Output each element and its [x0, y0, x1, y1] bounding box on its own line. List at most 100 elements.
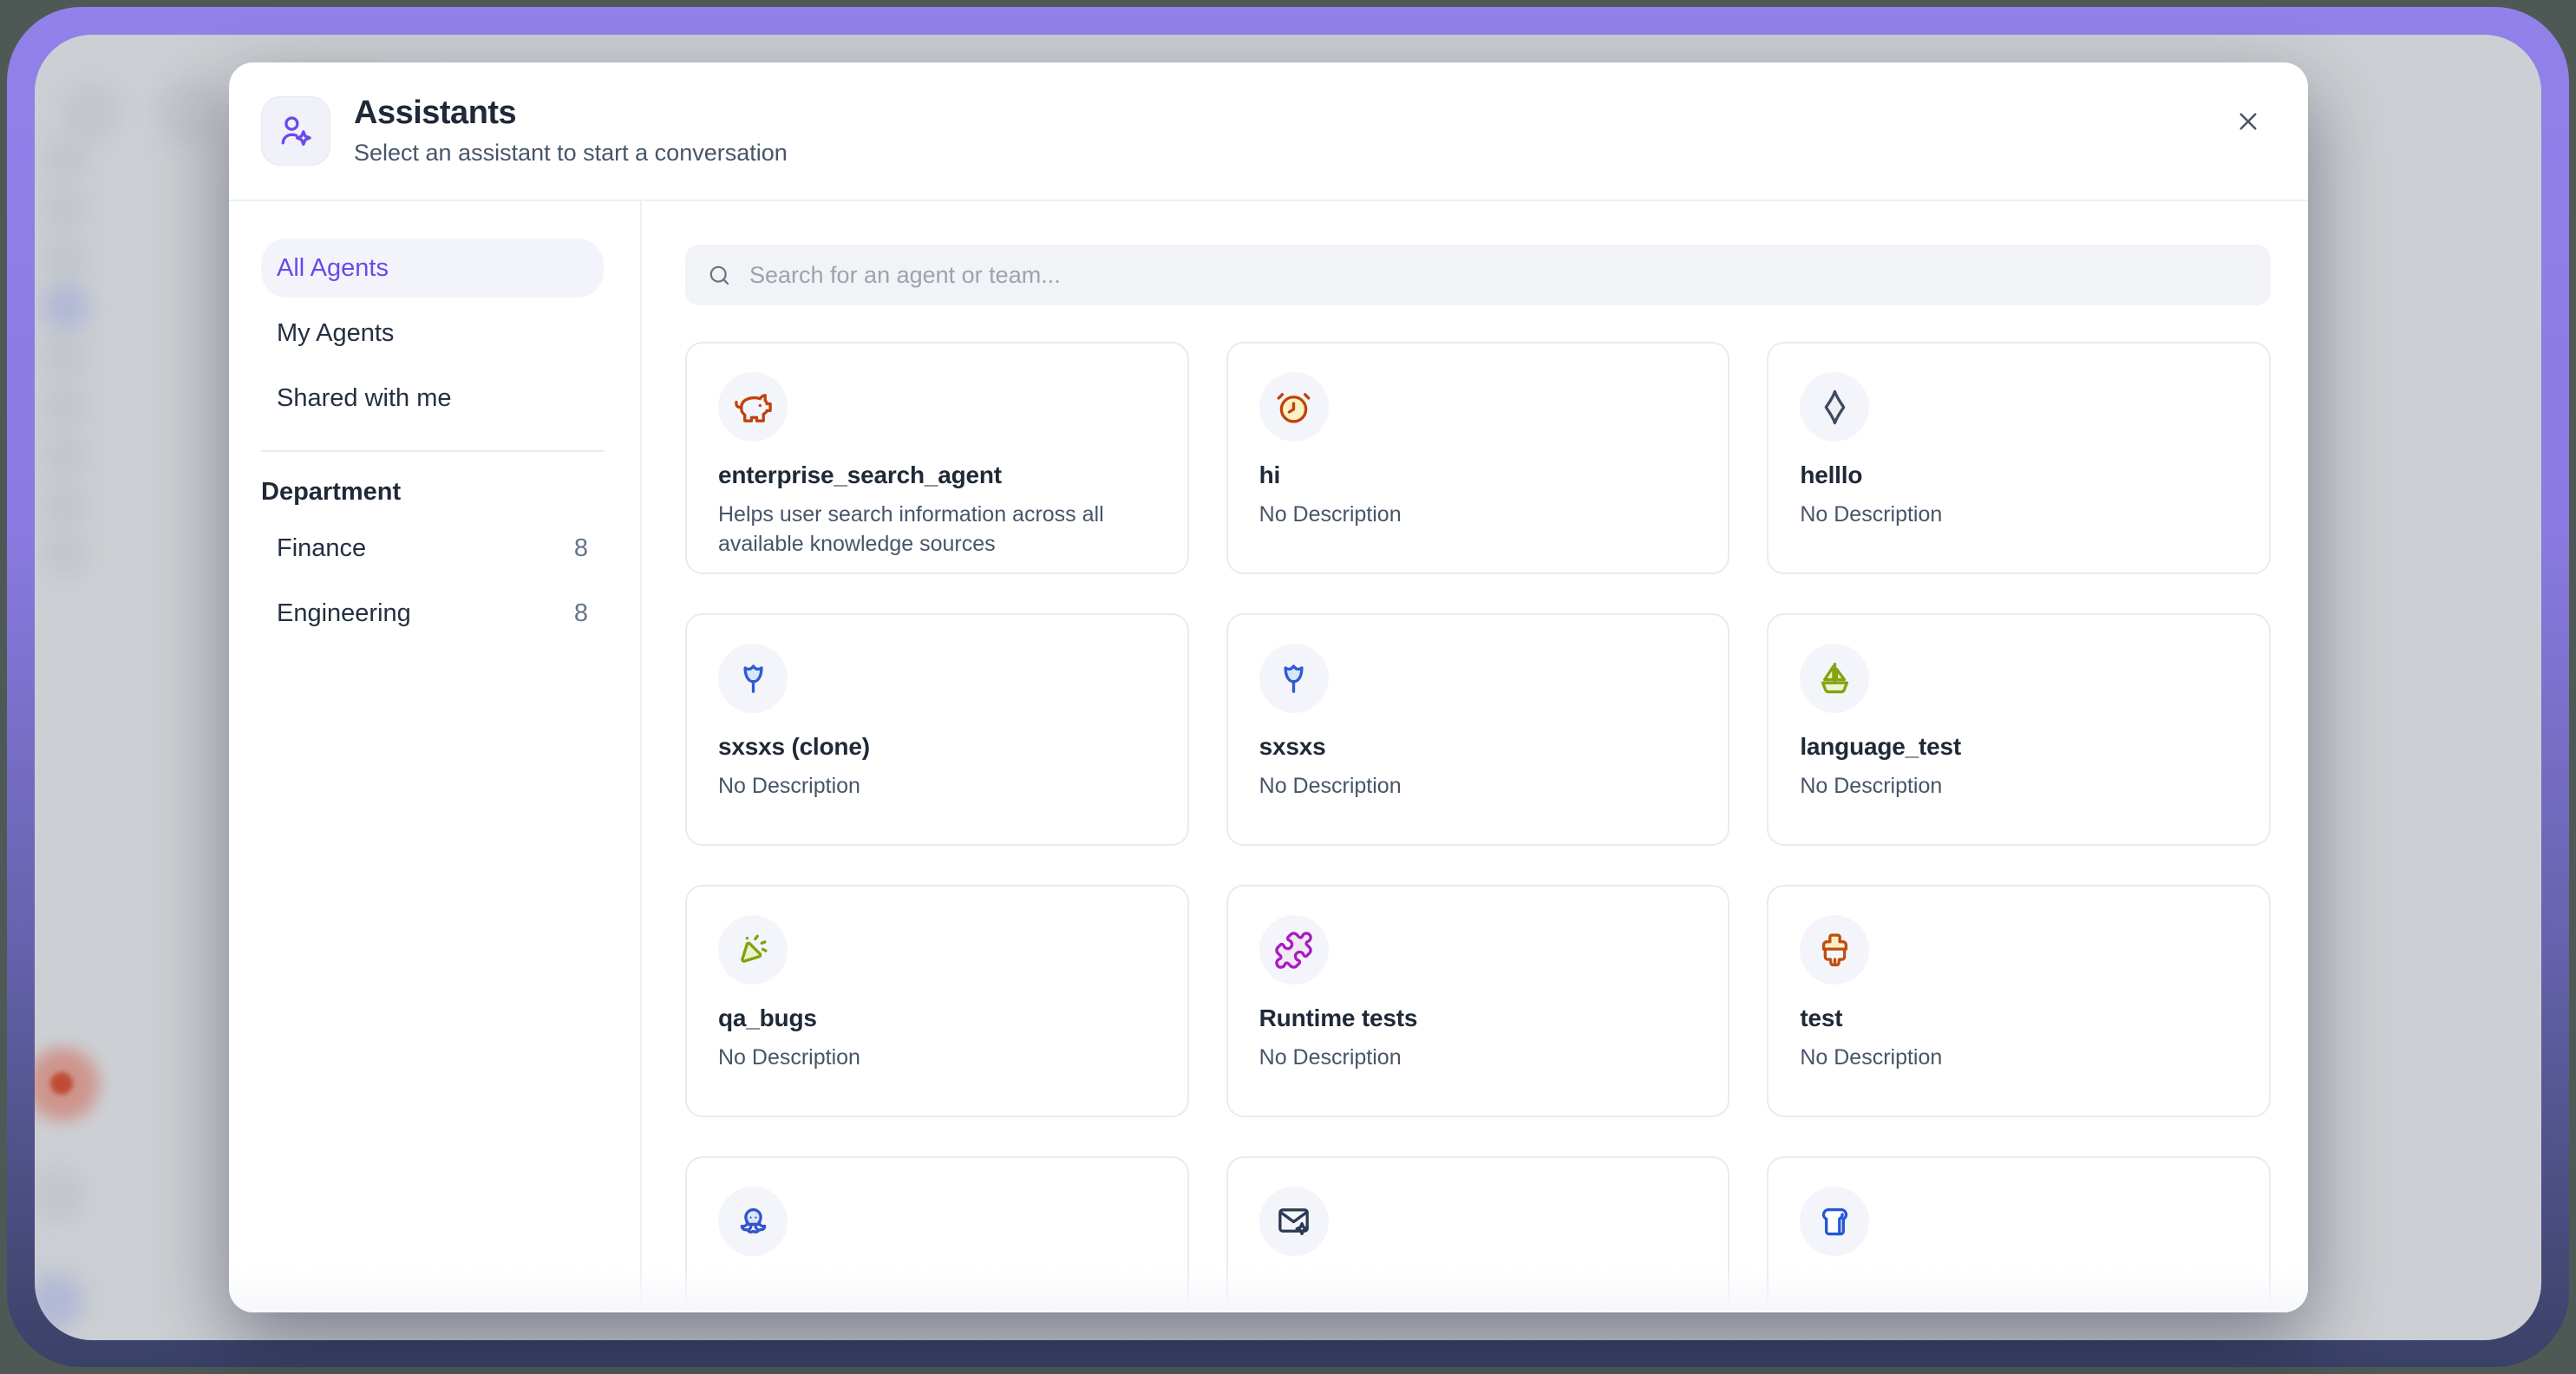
agent-card[interactable]: hi No Description	[1226, 342, 1730, 574]
agent-card[interactable]: sxsxs No Description	[1226, 613, 1730, 846]
agent-card[interactable]: qa_bugs No Description	[685, 885, 1189, 1117]
sidebar-item-finance[interactable]: Finance 8	[261, 519, 604, 578]
blurred-background-blob	[42, 233, 90, 282]
sidebar: All Agents My Agents Shared with me Depa…	[229, 201, 642, 1312]
agent-card[interactable]: enterprise_search_agent Helps user searc…	[685, 342, 1189, 574]
agent-avatar	[1259, 915, 1329, 985]
agent-description: No Description	[1259, 1044, 1697, 1073]
agent-avatar	[1800, 915, 1869, 985]
agent-name: Runtime tests	[1259, 1004, 1697, 1032]
agent-name: qa_bugs	[718, 1004, 1156, 1032]
agent-avatar	[718, 1187, 788, 1256]
megaphone-icon	[733, 930, 774, 971]
user-sparkle-icon	[276, 111, 316, 151]
agent-avatar	[1800, 372, 1869, 442]
agent-name: sxsxs	[1259, 733, 1697, 761]
agent-name	[718, 1276, 1156, 1300]
agent-card[interactable]: language_test No Description	[1767, 613, 2271, 846]
sidebar-divider	[261, 450, 604, 452]
dialog-header: Assistants Select an assistant to start …	[229, 62, 2308, 201]
agent-description: No Description	[1800, 1044, 2238, 1073]
agent-avatar	[1259, 372, 1329, 442]
agent-avatar	[718, 915, 788, 985]
agent-description: No Description	[1259, 772, 1697, 802]
agent-name: sxsxs (clone)	[718, 733, 1156, 761]
octopus-icon	[733, 1201, 774, 1242]
department-label: Engineering	[277, 599, 411, 628]
tulip-icon	[1273, 658, 1314, 699]
agent-name: helllo	[1800, 461, 2238, 489]
sidebar-item-label: All Agents	[277, 254, 389, 283]
dialog-body: All Agents My Agents Shared with me Depa…	[229, 201, 2308, 1312]
alarm-clock-icon	[1273, 387, 1314, 428]
agent-card[interactable]	[1226, 1156, 1730, 1312]
puzzle-icon	[1273, 930, 1314, 971]
agent-description: No Description	[1800, 501, 2238, 530]
agent-avatar	[1259, 644, 1329, 713]
screen: Assistants Select an assistant to start …	[0, 0, 2576, 1374]
agent-card[interactable]: helllo No Description	[1767, 342, 2271, 574]
agents-grid: enterprise_search_agent Helps user searc…	[685, 342, 2271, 1312]
blurred-background-blob	[42, 481, 90, 529]
blurred-notification-dot	[50, 1072, 73, 1095]
blurred-background-blob	[156, 78, 226, 147]
agent-description: Helps user search information across all…	[718, 501, 1156, 559]
sidebar-item-my-agents[interactable]: My Agents	[261, 304, 604, 363]
blurred-background-blob	[42, 184, 90, 232]
blurred-background-blob	[35, 1167, 87, 1224]
blurred-background-blob	[42, 134, 90, 183]
dialog-subtitle: Select an assistant to start a conversat…	[354, 140, 788, 167]
department-count: 8	[574, 534, 588, 563]
blurred-background-blob	[42, 431, 90, 480]
sidebar-item-label: Shared with me	[277, 384, 452, 413]
agent-card[interactable]: sxsxs (clone) No Description	[685, 613, 1189, 846]
agent-name: enterprise_search_agent	[718, 461, 1156, 489]
dialog-header-text: Assistants Select an assistant to start …	[354, 95, 788, 167]
blurred-background-blob	[42, 382, 90, 430]
search-input[interactable]	[748, 261, 2250, 290]
mail-sparkle-icon	[1273, 1201, 1314, 1242]
blurred-background-blob	[42, 530, 90, 579]
sailboat-icon	[1814, 658, 1855, 699]
department-count: 8	[574, 599, 588, 628]
agent-card[interactable]	[685, 1156, 1189, 1312]
tulip-icon	[733, 658, 774, 699]
sidebar-item-all-agents[interactable]: All Agents	[261, 239, 604, 298]
agent-description: No Description	[1800, 772, 2238, 802]
agent-avatar	[1800, 644, 1869, 713]
agent-card[interactable]	[1767, 1156, 2271, 1312]
paintbrush-icon	[1814, 930, 1855, 971]
department-section-title: Department	[261, 478, 604, 507]
agents-panel: enterprise_search_agent Helps user searc…	[642, 201, 2308, 1312]
agent-description: No Description	[718, 1044, 1156, 1073]
close-icon	[2233, 106, 2264, 137]
agent-card[interactable]: Runtime tests No Description	[1226, 885, 1730, 1117]
dialog-icon-tile	[261, 96, 330, 166]
agent-name: language_test	[1800, 733, 2238, 761]
agent-name: test	[1800, 1004, 2238, 1032]
agent-avatar	[718, 372, 788, 442]
department-label: Finance	[277, 534, 366, 563]
sidebar-item-label: My Agents	[277, 319, 394, 348]
sidebar-item-shared-with-me[interactable]: Shared with me	[261, 369, 604, 428]
agent-name	[1259, 1276, 1697, 1300]
blurred-background-blob	[42, 332, 90, 381]
blurred-background-blob	[35, 1273, 83, 1329]
agent-avatar	[718, 644, 788, 713]
close-button[interactable]	[2222, 95, 2274, 147]
diamond-icon	[1814, 387, 1855, 428]
agent-card[interactable]: test No Description	[1767, 885, 2271, 1117]
agent-avatar	[1259, 1187, 1329, 1256]
agent-description: No Description	[1259, 501, 1697, 530]
agent-description: No Description	[718, 772, 1156, 802]
bread-icon	[1814, 1201, 1855, 1242]
agent-name	[1800, 1276, 2238, 1300]
agent-name: hi	[1259, 461, 1697, 489]
search-icon	[706, 262, 733, 289]
piggy-bank-icon	[733, 387, 774, 428]
dialog-title: Assistants	[354, 95, 788, 132]
sidebar-item-engineering[interactable]: Engineering 8	[261, 584, 604, 643]
search-bar[interactable]	[685, 245, 2271, 305]
assistants-dialog: Assistants Select an assistant to start …	[229, 62, 2308, 1312]
blurred-background-blob	[42, 283, 90, 331]
